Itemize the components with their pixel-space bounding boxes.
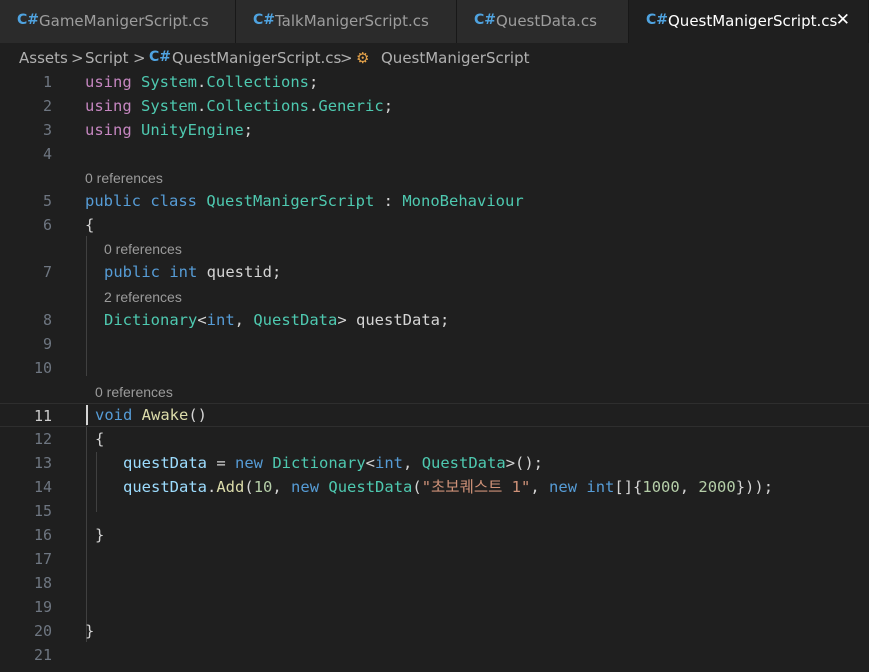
line-number: 8 [42, 311, 52, 329]
code-line: 1 using System.Collections; [0, 70, 869, 94]
class-symbol-icon: ⚙ [356, 49, 370, 67]
line-number: 15 [33, 502, 52, 520]
code-text: using System.Collections.Generic; [85, 97, 394, 115]
code-text: { [95, 430, 105, 448]
code-editor[interactable]: 1 using System.Collections; 2 using Syst… [0, 70, 869, 672]
code-line: 8 Dictionary<int, QuestData> questData; [0, 308, 869, 332]
csharp-icon: C# [646, 12, 669, 28]
code-text: Dictionary<int, QuestData> questData; [104, 311, 450, 329]
code-line: 2 using System.Collections.Generic; [0, 94, 869, 118]
code-line: 7 public int questid; [0, 260, 869, 284]
code-line: 4 [0, 142, 869, 166]
line-number: 9 [42, 335, 52, 353]
csharp-icon: C# [474, 12, 497, 28]
code-line: 19 [0, 595, 869, 619]
code-line: 16 } [0, 523, 869, 547]
codelens-references[interactable]: 2 references [104, 289, 182, 305]
codelens-references[interactable]: 0 references [104, 241, 182, 257]
csharp-icon: C# [253, 12, 276, 28]
tab-bar: C# GameManigerScript.cs C# TalkManigerSc… [0, 0, 869, 43]
code-line: 20 } [0, 619, 869, 643]
csharp-icon: C# [149, 49, 172, 65]
code-line: 17 [0, 547, 869, 571]
code-text: questData.Add(10, new QuestData("초보퀘스트 1… [123, 478, 774, 496]
code-line: 6 { [0, 213, 869, 237]
line-number: 17 [33, 550, 52, 568]
line-number: 16 [33, 526, 52, 544]
tab-talk-maniger-script[interactable]: C# TalkManigerScript.cs [236, 0, 457, 43]
code-line: 9 [0, 332, 869, 356]
csharp-icon: C# [17, 12, 40, 28]
code-text: } [95, 526, 105, 544]
code-line: 21 [0, 643, 869, 667]
codelens-references[interactable]: 0 references [95, 384, 173, 400]
line-number: 14 [33, 478, 52, 496]
tab-label: QuestManigerScript.cs [668, 12, 838, 30]
chevron-right-icon: > [71, 49, 84, 67]
line-number: 11 [33, 407, 52, 425]
tab-label: GameManigerScript.cs [39, 12, 209, 30]
code-text: { [85, 216, 95, 234]
line-number: 6 [42, 216, 52, 234]
line-number: 10 [33, 359, 52, 377]
code-line: 13 questData = new Dictionary<int, Quest… [0, 451, 869, 475]
line-number: 4 [42, 145, 52, 163]
tab-label: TalkManigerScript.cs [275, 12, 429, 30]
line-number: 18 [33, 574, 52, 592]
code-line: 10 [0, 356, 869, 380]
chevron-right-icon: > [133, 49, 146, 67]
code-text: using System.Collections; [85, 73, 319, 91]
code-text: using UnityEngine; [85, 121, 254, 139]
line-number: 7 [42, 263, 52, 281]
code-line: 3 using UnityEngine; [0, 118, 869, 142]
tab-quest-maniger-script[interactable]: C# QuestManigerScript.cs ✕ [629, 0, 869, 43]
chevron-right-icon: > [340, 49, 353, 67]
code-line: 14 questData.Add(10, new QuestData("초보퀘스… [0, 475, 869, 499]
line-number: 21 [33, 646, 52, 664]
line-number: 12 [33, 430, 52, 448]
line-number: 13 [33, 454, 52, 472]
breadcrumb-assets[interactable]: Assets [19, 49, 68, 67]
tab-game-maniger-script[interactable]: C# GameManigerScript.cs [0, 0, 236, 43]
codelens-references[interactable]: 0 references [85, 170, 163, 186]
code-line: 12 { [0, 427, 869, 451]
breadcrumb-script[interactable]: Script [85, 49, 129, 67]
line-number: 19 [33, 598, 52, 616]
line-number: 20 [33, 622, 52, 640]
code-line-current: 11 void Awake() [0, 403, 869, 427]
code-line: 15 [0, 499, 869, 523]
close-icon[interactable]: ✕ [836, 10, 850, 30]
line-number: 3 [42, 121, 52, 139]
code-text: } [85, 622, 95, 640]
code-text: public int questid; [104, 263, 282, 281]
tab-quest-data[interactable]: C# QuestData.cs [457, 0, 629, 43]
code-line: 18 [0, 571, 869, 595]
breadcrumb-symbol[interactable]: QuestManigerScript [381, 49, 529, 67]
text-cursor [86, 405, 88, 425]
code-text: public class QuestManigerScript : MonoBe… [85, 192, 524, 210]
line-number: 1 [42, 73, 52, 91]
line-number: 2 [42, 97, 52, 115]
breadcrumb: Assets > Script > C# QuestManigerScript.… [0, 43, 869, 73]
code-line: 5 public class QuestManigerScript : Mono… [0, 189, 869, 213]
code-text: void Awake() [95, 406, 208, 424]
tab-label: QuestData.cs [496, 12, 597, 30]
line-number: 5 [42, 192, 52, 210]
code-text: questData = new Dictionary<int, QuestDat… [123, 454, 544, 472]
breadcrumb-file[interactable]: QuestManigerScript.cs [172, 49, 341, 67]
